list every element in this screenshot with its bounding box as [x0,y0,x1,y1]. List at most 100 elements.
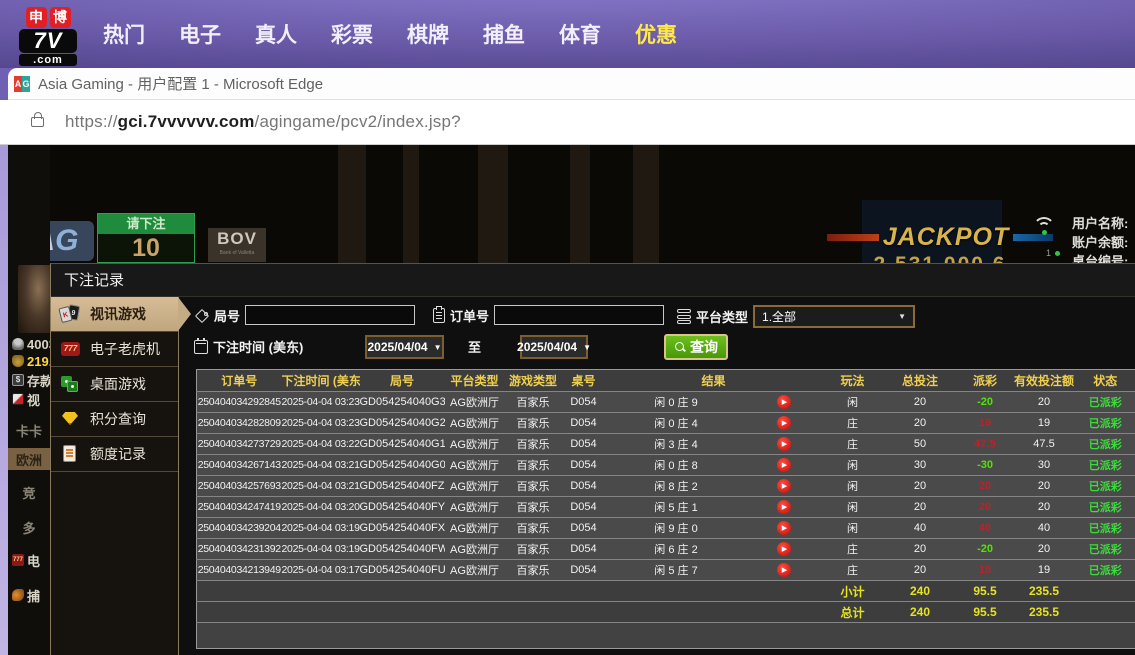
site-logo[interactable]: 申 博 7V .com [19,7,77,66]
user-info-label: 用户名称: [1072,216,1129,231]
replay-button[interactable]: ▶ [777,479,791,494]
column-header: 总投注 [883,369,957,392]
replay-button[interactable]: ▶ [777,416,791,431]
sidebar-item[interactable]: 积分查询 [51,402,178,437]
search-button[interactable]: 查询 [664,334,728,360]
background-pillar [338,145,366,270]
order-clipboard-icon [433,305,445,323]
deposit-icon: $ [12,374,24,386]
round-input[interactable] [245,305,416,325]
sidebar-item-label: 视讯游戏 [90,306,146,322]
lobby-strip-item[interactable]: $ 存款 [8,371,50,389]
table-row: 2504040342392042025-04-04 03:19:50GD0542… [196,517,1135,539]
to-label: 至 [468,340,482,355]
lock-icon[interactable] [31,112,44,127]
quota-doc-icon [60,445,82,463]
nav-item[interactable]: 电子 [179,19,221,49]
table-row: 2504040342576932025-04-04 03:21:14GD0542… [196,475,1135,497]
lobby-strip-item[interactable]: 多 [8,518,50,536]
table-row: 2504040342139492025-04-04 03:17:48GD0542… [196,559,1135,581]
lobby-strip-item[interactable]: 捕 [8,586,50,604]
panel-content: 局号 订单号 平台类型 1.全部 ▼ 下注时间 (美东) 2025/04/04 … [179,297,1135,655]
bet-countdown: 请下注 10 [97,213,195,263]
slot-777-icon: 777 [60,340,82,358]
bet-countdown-label: 请下注 [98,214,194,234]
sidebar-item[interactable]: 777 电子老虎机 [51,332,178,367]
column-header: 局号 [359,369,445,392]
sidebar-item-label: 桌面游戏 [90,376,146,392]
window-edge [0,145,8,655]
jackpot-bar-left [826,234,879,241]
bet-time-label: 下注时间 (美东) [213,340,304,355]
logo-tld: .com [19,54,77,66]
lobby-strip-item[interactable]: 4003 [8,335,50,353]
platform-stack-icon [677,309,691,324]
order-label: 订单号 [450,308,490,324]
replay-button[interactable]: ▶ [777,521,791,536]
play-icon: ▶ [781,461,788,469]
bet-countdown-value: 10 [132,234,160,262]
platform-label: 平台类型 [696,310,749,325]
lobby-strip-item[interactable]: 视 [8,390,50,408]
round-tag-icon [196,309,209,322]
sidebar-item[interactable]: 桌面游戏 [51,367,178,402]
background-pillar [570,145,590,270]
play-icon: ▶ [781,503,788,511]
table-row: 2504040342828092025-04-04 03:23:03GD0542… [196,412,1135,434]
platform-select[interactable]: 1.全部 ▼ [753,305,916,328]
replay-button[interactable]: ▶ [777,542,791,557]
table-row: 2504040342928452025-04-04 03:23:47GD0542… [196,391,1135,413]
background-pillar [633,145,659,270]
lobby-strip-item[interactable]: 777 电 [8,551,50,569]
order-input[interactable] [494,305,665,325]
subtotal-row: 小计 240 95.5 235.5 [196,580,1135,602]
main-nav: 热门 电子 真人 彩票 棋牌 捕鱼 体育 优惠 [103,0,677,68]
nav-item[interactable]: 体育 [559,19,601,49]
replay-button[interactable]: ▶ [777,563,791,578]
column-header: 玩法 [821,369,884,392]
column-header: 平台类型 [444,369,505,392]
sidebar-item-label: 电子老虎机 [90,341,160,357]
background-pillar [403,145,419,270]
replay-button[interactable]: ▶ [777,500,791,515]
table-row: 2504040342313922025-04-04 03:19:13GD0542… [196,538,1135,560]
nav-item[interactable]: 彩票 [331,19,373,49]
column-header: 结果 [605,369,822,392]
nav-item[interactable]: 真人 [255,19,297,49]
play-icon: ▶ [781,419,788,427]
sidebar-item[interactable]: 额度记录 [51,437,178,472]
search-icon [674,341,686,353]
sidebar-item[interactable]: K 9 视讯游戏 [51,297,191,332]
date-from-picker[interactable]: 2025/04/04 ▼ [365,335,444,359]
column-header: 下注时间 (美东) [281,369,360,392]
browser-titlebar[interactable]: A G Asia Gaming - 用户配置 1 - Microsoft Edg… [8,68,1135,100]
chevron-down-icon: ▼ [898,312,907,321]
logo-name: 7V [19,29,77,53]
table-row: 2504040342474192025-04-04 03:20:28GD0542… [196,496,1135,518]
nav-item[interactable]: 热门 [103,19,145,49]
video-cards-icon: K9 [58,304,82,324]
person-icon [12,338,24,350]
chevron-down-icon: ▼ [583,342,591,352]
url-text[interactable]: https://gci.7vvvvvv.com/agingame/pcv2/in… [65,112,461,132]
nav-item[interactable]: 棋牌 [407,19,449,49]
replay-button[interactable]: ▶ [777,395,791,410]
date-to-picker[interactable]: 2025/04/04 ▼ [517,335,591,359]
game-page: AG ASIA GAMING 请下注 10 BOV Bank of Vallet… [0,145,1135,655]
lobby-strip-item[interactable]: 竞 [8,483,50,501]
lobby-strip-item[interactable]: 欧洲 [8,448,50,470]
replay-button[interactable]: ▶ [777,458,791,473]
nav-item[interactable]: 优惠 [635,19,677,49]
points-diamond-icon [60,410,82,428]
play-icon: ▶ [781,524,788,532]
sidebar-item-label: 额度记录 [90,446,146,462]
panel-sidebar: K 9 视讯游戏 777 电子老虎机桌面游戏积分查询额度记录 [51,297,191,655]
lobby-strip-item[interactable]: 卡卡 [8,421,50,439]
lobby-strip-item[interactable]: 219. [8,352,50,370]
column-header: 派彩 [956,369,1014,392]
nav-item[interactable]: 捕鱼 [483,19,525,49]
browser-urlbar[interactable]: https://gci.7vvvvvv.com/agingame/pcv2/in… [0,100,1135,145]
play-icon: ▶ [781,482,788,490]
filter-bar: 局号 订单号 平台类型 1.全部 ▼ 下注时间 (美东) 2025/04/04 … [179,297,1135,369]
replay-button[interactable]: ▶ [777,437,791,452]
